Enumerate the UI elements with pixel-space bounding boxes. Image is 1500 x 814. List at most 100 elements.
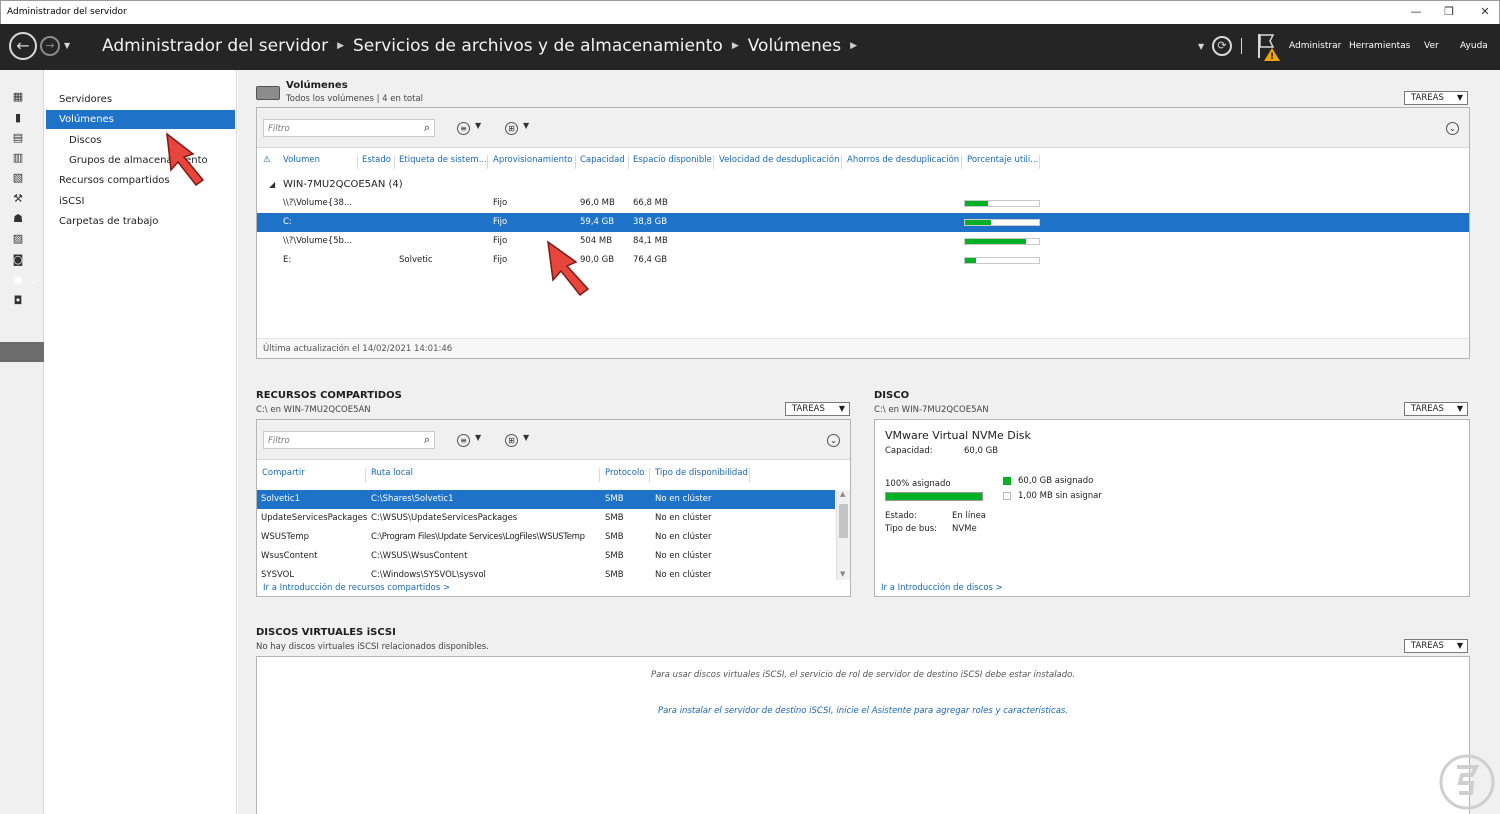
shares-tasks-button[interactable]: TAREAS ▼ xyxy=(785,402,850,416)
cell-availability: No en clúster xyxy=(655,570,712,580)
menu-ayuda[interactable]: Ayuda xyxy=(1460,41,1488,51)
dns-icon[interactable]: ▧ xyxy=(10,171,26,185)
cell-share-name: SYSVOL xyxy=(261,570,295,580)
server-group-header[interactable]: WIN-7MU2QCOE5AN (4) xyxy=(283,179,403,190)
expand-collapse-icon[interactable]: ⌄ xyxy=(1446,122,1459,135)
shares-scrollbar[interactable]: ▲ ▼ xyxy=(836,490,850,580)
col-ruta-local[interactable]: Ruta local xyxy=(371,468,413,478)
table-row[interactable]: SYSVOL C:\Windows\SYSVOL\sysvol SMB No e… xyxy=(257,566,835,580)
nav-item-carpetas-trabajo[interactable]: Carpetas de trabajo xyxy=(46,212,235,231)
iscsi-tasks-button[interactable]: TAREAS ▼ xyxy=(1404,639,1468,653)
nav-item-servidores[interactable]: Servidores xyxy=(46,90,235,109)
nav-item-volumenes[interactable]: Volúmenes xyxy=(46,110,235,129)
col-velocidad-desduplicacion[interactable]: Velocidad de desduplicación xyxy=(719,155,839,165)
breadcrumb-root[interactable]: Administrador del servidor xyxy=(102,36,328,56)
menu-administrar[interactable]: Administrar xyxy=(1289,41,1341,51)
breadcrumb-file-services[interactable]: Servicios de archivos y de almacenamient… xyxy=(353,36,723,56)
volumes-tasks-button[interactable]: TAREAS ▼ xyxy=(1404,91,1468,105)
search-icon[interactable]: ⌕ xyxy=(424,433,430,447)
menu-herramientas[interactable]: Herramientas xyxy=(1349,41,1410,51)
notifications-flag-icon[interactable]: ! xyxy=(1256,32,1284,62)
expand-collapse-icon[interactable]: ⌄ xyxy=(827,434,840,447)
local-server-icon[interactable]: ▮ xyxy=(10,111,26,125)
scroll-down-icon[interactable]: ▼ xyxy=(840,570,845,578)
tools-icon[interactable]: ⚒ xyxy=(10,192,26,206)
close-button[interactable]: ✕ xyxy=(1475,4,1495,20)
back-arrow-icon[interactable]: ← xyxy=(9,32,37,60)
disk-tasks-button[interactable]: TAREAS ▼ xyxy=(1404,402,1468,416)
table-row[interactable]: Solvetic1 C:\Shares\Solvetic1 SMB No en … xyxy=(257,490,835,509)
ad-ds-icon[interactable]: ▥ xyxy=(10,151,26,165)
iis-icon[interactable]: ▨ xyxy=(10,232,26,246)
menu-ver[interactable]: Ver xyxy=(1424,41,1439,51)
cell-availability: No en clúster xyxy=(655,513,712,523)
window-titlebar: Administrador del servidor — ❐ ✕ xyxy=(0,0,1500,24)
col-capacidad[interactable]: Capacidad xyxy=(580,155,625,165)
col-ahorros-desduplicacion[interactable]: Ahorros de desduplicación xyxy=(847,155,959,165)
cell-share-name: UpdateServicesPackages xyxy=(261,513,368,523)
column-separator xyxy=(575,155,576,169)
disk-subtitle: C:\ en WIN-7MU2QCOE5AN xyxy=(874,405,989,415)
column-separator xyxy=(1039,155,1040,169)
shares-filter-bar: Filtro ⌕ ≡ ▼ ⊞ ▼ ⌄ xyxy=(257,420,850,460)
refresh-icon[interactable]: ⟳ xyxy=(1212,36,1232,56)
list-view-icon[interactable]: ≡ xyxy=(457,434,470,447)
volumes-filter-input[interactable]: Filtro ⌕ xyxy=(263,119,435,137)
nav-item-iscsi[interactable]: iSCSI xyxy=(46,192,235,211)
table-row[interactable]: UpdateServicesPackages C:\WSUS\UpdateSer… xyxy=(257,509,835,528)
disk-intro-link[interactable]: Ir a Introducción de discos > xyxy=(881,583,1003,593)
dashboard-icon[interactable]: ▦ xyxy=(10,90,26,104)
file-storage-icon[interactable]: ▣ xyxy=(10,273,26,287)
col-compartir[interactable]: Compartir xyxy=(262,468,305,478)
iscsi-subtitle: No hay discos virtuales iSCSI relacionad… xyxy=(256,642,489,652)
scrollbar-thumb[interactable] xyxy=(839,504,848,538)
chevron-down-icon[interactable]: ▼ xyxy=(475,433,481,442)
iscsi-install-link[interactable]: Para instalar el servidor de destino iSC… xyxy=(257,706,1469,716)
col-porcentaje[interactable]: Porcentaje utili... xyxy=(967,155,1038,165)
table-row[interactable]: WsusContent C:\WSUS\WsusContent SMB No e… xyxy=(257,547,835,566)
shares-panel: Filtro ⌕ ≡ ▼ ⊞ ▼ ⌄ Compartir Ruta local P… xyxy=(256,419,851,597)
search-icon[interactable]: ⌕ xyxy=(424,121,430,135)
filter-options-icon[interactable]: ⊞ xyxy=(505,122,518,135)
col-estado[interactable]: Estado xyxy=(362,155,391,165)
shares-intro-link[interactable]: Ir a Introducción de recursos compartido… xyxy=(263,583,450,593)
filter-options-icon[interactable]: ⊞ xyxy=(505,434,518,447)
cell-protocol: SMB xyxy=(605,494,624,504)
table-row[interactable]: C: Fijo 59,4 GB 38,8 GB xyxy=(257,213,1469,232)
shares-filter-input[interactable]: Filtro ⌕ xyxy=(263,431,435,449)
maximize-button[interactable]: ❐ xyxy=(1439,4,1459,20)
breadcrumb: Administrador del servidor ▶ Servicios de … xyxy=(102,36,866,56)
group-collapse-icon[interactable]: ◢ xyxy=(269,180,275,189)
history-dropdown-icon[interactable]: ▼ xyxy=(64,41,70,50)
list-view-icon[interactable]: ≡ xyxy=(457,122,470,135)
col-tipo-disponibilidad[interactable]: Tipo de disponibilidad xyxy=(655,468,748,478)
chevron-down-icon[interactable]: ▼ xyxy=(523,121,529,130)
warning-sort-icon[interactable]: ⚠ xyxy=(263,155,271,165)
scroll-up-icon[interactable]: ▲ xyxy=(840,490,845,498)
table-row[interactable]: E: Solvetic Fijo 90,0 GB 76,4 GB xyxy=(257,251,1469,270)
dropdown-icon[interactable]: ▼ xyxy=(1198,42,1204,51)
col-aprovisionamiento[interactable]: Aprovisionamiento xyxy=(493,155,573,165)
col-espacio-disponible[interactable]: Espacio disponible xyxy=(633,155,712,165)
col-protocolo[interactable]: Protocolo xyxy=(605,468,644,478)
chevron-down-icon[interactable]: ▼ xyxy=(523,433,529,442)
all-servers-icon[interactable]: ▤ xyxy=(10,131,26,145)
legend-allocated: 60,0 GB asignado xyxy=(1018,476,1094,486)
breadcrumb-separator-icon: ▶ xyxy=(850,41,857,51)
col-volumen[interactable]: Volumen xyxy=(283,155,320,165)
table-row[interactable]: \\?\Volume{38... Fijo 96,0 MB 66,8 MB xyxy=(257,194,1469,213)
users-icon[interactable]: ☗ xyxy=(10,212,26,226)
tasks-label: TAREAS xyxy=(1411,641,1444,651)
col-etiqueta[interactable]: Etiqueta de sistem... xyxy=(399,155,487,165)
breadcrumb-separator-icon: ▶ xyxy=(731,41,739,51)
wsus-icon[interactable]: ◘ xyxy=(10,294,26,308)
cell-share-name: WSUSTemp xyxy=(261,532,310,542)
services-icon[interactable]: ◙ xyxy=(10,253,26,267)
table-row[interactable]: WSUSTemp C:\Program Files\Update Service… xyxy=(257,528,835,547)
chevron-down-icon[interactable]: ▼ xyxy=(475,121,481,130)
table-row[interactable]: \\?\Volume{5b... Fijo 504 MB 84,1 MB xyxy=(257,232,1469,251)
forward-arrow-icon[interactable]: → xyxy=(40,36,60,56)
minimize-button[interactable]: — xyxy=(1406,4,1426,20)
iscsi-title: DISCOS VIRTUALES iSCSI xyxy=(256,627,396,638)
breadcrumb-volumes[interactable]: Volúmenes xyxy=(748,36,841,56)
